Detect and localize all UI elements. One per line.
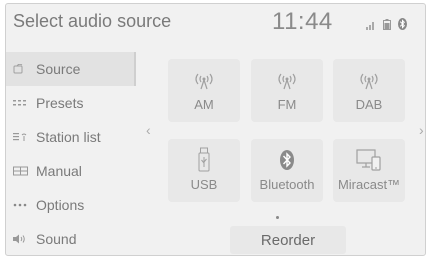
radio-icon xyxy=(274,67,300,93)
sidebar-item-options[interactable]: Options xyxy=(6,188,136,222)
source-icon xyxy=(13,64,33,74)
sidebar-item-label: Sound xyxy=(36,231,77,247)
source-label: Bluetooth xyxy=(259,177,315,192)
usb-icon xyxy=(196,147,212,173)
source-fm-button[interactable]: FM xyxy=(251,59,323,122)
signal-icon xyxy=(366,17,376,35)
header: Select audio source 11:44 xyxy=(6,4,425,42)
clock: 11:44 xyxy=(272,8,333,35)
selected-indicator xyxy=(276,216,279,219)
presets-icon xyxy=(13,99,33,107)
sidebar-item-station-list[interactable]: Station list xyxy=(6,120,136,154)
source-am-button[interactable]: AM xyxy=(168,59,240,122)
sound-icon xyxy=(13,234,33,244)
sidebar-item-label: Station list xyxy=(36,129,101,145)
chevron-left-icon[interactable]: ‹ xyxy=(146,122,151,138)
source-bluetooth-button[interactable]: Bluetooth xyxy=(251,139,323,202)
sidebar-item-source[interactable]: Source xyxy=(6,52,136,86)
sidebar-item-sound[interactable]: Sound xyxy=(6,222,136,255)
radio-icon xyxy=(191,67,217,93)
page-title: Select audio source xyxy=(13,11,172,31)
miracast-icon xyxy=(355,147,383,173)
sidebar-item-label: Source xyxy=(36,61,81,77)
source-label: USB xyxy=(190,177,218,192)
bluetooth-icon xyxy=(279,147,295,173)
source-label: DAB xyxy=(355,97,383,112)
source-dab-button[interactable]: DAB xyxy=(333,59,405,122)
sidebar-item-manual[interactable]: Manual xyxy=(6,154,136,188)
status-bar xyxy=(366,17,407,35)
sidebar-item-label: Options xyxy=(36,197,85,213)
audio-source-screen: Select audio source 11:44 Source Presets… xyxy=(5,3,426,256)
source-miracast-button[interactable]: Miracast™ xyxy=(333,139,405,202)
sidebar-item-label: Presets xyxy=(36,95,84,111)
sidebar: Source Presets Station list Manual Optio… xyxy=(6,52,136,255)
sidebar-item-presets[interactable]: Presets xyxy=(6,86,136,120)
source-label: FM xyxy=(277,97,297,112)
source-label: AM xyxy=(194,97,214,112)
source-label: Miracast™ xyxy=(337,177,401,192)
reorder-button[interactable]: Reorder xyxy=(230,226,346,254)
chevron-right-icon[interactable]: › xyxy=(419,122,424,138)
source-usb-button[interactable]: USB xyxy=(168,139,240,202)
manual-icon xyxy=(13,166,33,176)
radio-icon xyxy=(356,67,382,93)
options-icon xyxy=(13,202,33,208)
battery-icon xyxy=(383,17,391,35)
station-list-icon xyxy=(13,132,33,142)
bluetooth-icon xyxy=(398,17,407,35)
sidebar-item-label: Manual xyxy=(36,163,82,179)
